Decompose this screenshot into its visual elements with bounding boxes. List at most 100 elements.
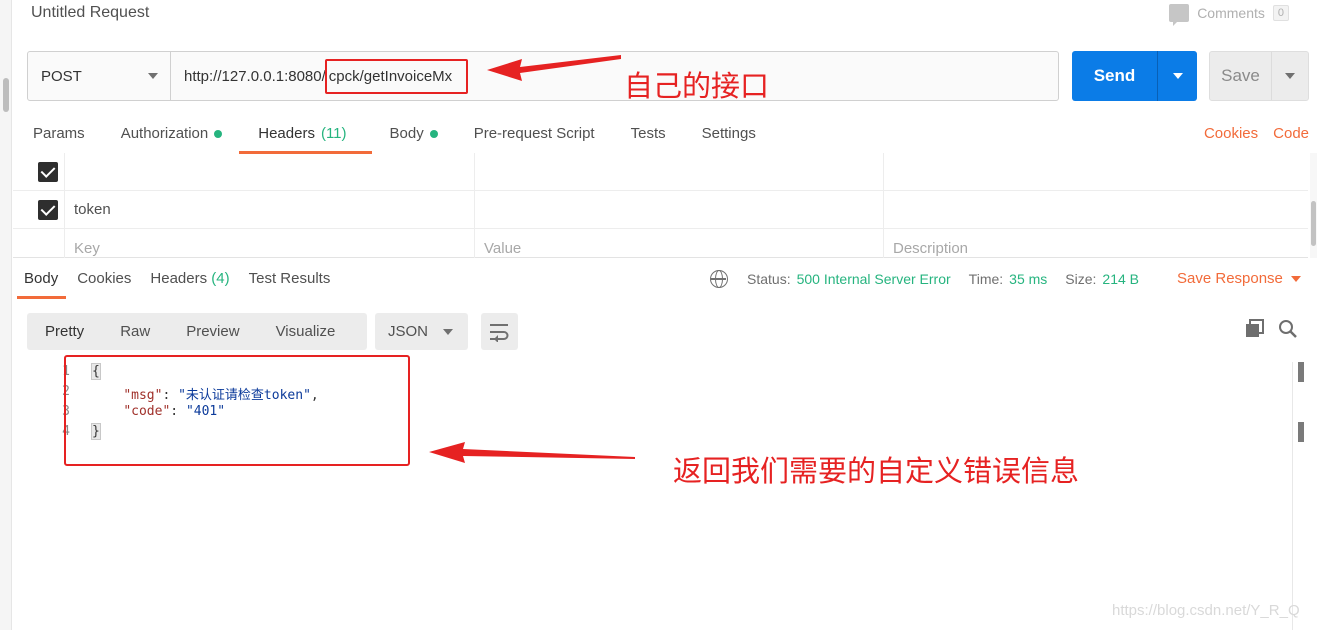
code-link[interactable]: Code: [1273, 125, 1309, 142]
method-label: POST: [41, 67, 82, 85]
search-icon[interactable]: [1278, 319, 1298, 339]
key-placeholder-cell[interactable]: Key: [64, 229, 474, 258]
response-tab-headers[interactable]: Headers (4): [150, 270, 229, 287]
comments-count-badge: 0: [1272, 5, 1289, 21]
tab-tests-label: Tests: [630, 125, 666, 142]
url-path-highlight: cpck/getInvoiceMx: [324, 58, 469, 94]
save-response-label: Save Response: [1177, 270, 1283, 287]
chevron-down-icon: [1290, 275, 1301, 282]
response-tab-headers-count: (4): [211, 270, 230, 287]
headers-scroll-thumb[interactable]: [1311, 201, 1316, 246]
tab-tests[interactable]: Tests: [631, 125, 666, 142]
time-label: Time:: [968, 271, 1004, 287]
tab-prerequest[interactable]: Pre-request Script: [474, 125, 595, 142]
value-placeholder-cell[interactable]: Value: [474, 229, 883, 258]
copy-icon[interactable]: [1245, 319, 1265, 339]
row-checkbox[interactable]: [38, 200, 58, 220]
tab-settings-label: Settings: [701, 125, 756, 142]
response-tab-body[interactable]: Body: [16, 270, 67, 299]
tab-authorization-label: Authorization: [120, 125, 209, 142]
headers-scrollbar[interactable]: [1310, 153, 1317, 258]
tab-body-label: Body: [389, 125, 424, 142]
time-value[interactable]: 35 ms: [1009, 271, 1047, 287]
chevron-down-icon: [1172, 73, 1183, 79]
header-description-cell[interactable]: [883, 153, 1308, 190]
tab-params[interactable]: Params: [33, 125, 85, 142]
request-side-links: Cookies Code: [1204, 125, 1309, 142]
save-dropdown[interactable]: [1272, 52, 1308, 100]
response-view-toggle: Pretty Raw Preview Visualize: [27, 313, 367, 350]
annotation-interface-note: 自己的接口: [624, 69, 770, 103]
request-tabs: Params Authorization Headers (11) Body Pr…: [33, 125, 792, 154]
view-visualize-button[interactable]: Visualize: [258, 323, 354, 340]
save-button[interactable]: Save: [1209, 51, 1309, 101]
view-pretty-button[interactable]: Pretty: [27, 323, 102, 340]
header-value-cell[interactable]: [474, 191, 883, 228]
save-label[interactable]: Save: [1210, 52, 1272, 100]
header-key-cell[interactable]: [64, 153, 474, 190]
tab-headers[interactable]: Headers (11): [239, 125, 372, 154]
globe-icon[interactable]: [710, 270, 728, 288]
chevron-down-icon: [443, 328, 453, 335]
header-key-cell[interactable]: token: [64, 191, 474, 228]
comments-label: Comments: [1197, 5, 1265, 21]
tab-body[interactable]: Body: [390, 125, 438, 142]
url-base: http://127.0.0.1:8080/: [184, 67, 326, 85]
key-placeholder: Key: [74, 240, 100, 257]
send-dropdown[interactable]: [1158, 51, 1197, 101]
chevron-down-icon: [1285, 73, 1295, 79]
response-tabs: Body Cookies Headers (4) Test Results: [16, 270, 349, 299]
comments-button[interactable]: Comments 0: [1169, 4, 1289, 26]
scroll-marker: [1298, 422, 1304, 442]
annotation-box-response: [64, 355, 410, 466]
response-status-bar: Status: 500 Internal Server Error Time: …: [710, 270, 1157, 288]
wrap-lines-button[interactable]: [481, 313, 518, 350]
status-label: Status:: [747, 271, 791, 287]
send-button[interactable]: Send: [1072, 51, 1197, 101]
comment-icon: [1169, 4, 1190, 26]
size-label: Size:: [1065, 271, 1097, 287]
save-response-button[interactable]: Save Response: [1177, 270, 1301, 287]
view-preview-button[interactable]: Preview: [168, 323, 257, 340]
tab-headers-count: (11): [320, 125, 347, 142]
tab-params-label: Params: [33, 125, 85, 142]
row-checkbox[interactable]: [38, 162, 58, 182]
tab-settings[interactable]: Settings: [702, 125, 756, 142]
annotation-arrow-response: [429, 442, 635, 463]
headers-table: token Key Value Description: [13, 153, 1308, 258]
status-dot-icon: [214, 129, 223, 138]
response-tab-headers-label: Headers: [150, 270, 208, 287]
size-value[interactable]: 214 B: [1102, 271, 1139, 287]
header-description-cell[interactable]: [883, 191, 1308, 228]
scroll-marker: [1298, 362, 1304, 382]
table-row: token: [13, 191, 1308, 229]
status-dot-icon: [429, 129, 438, 138]
annotation-error-note: 返回我们需要的自定义错误信息: [673, 454, 1080, 488]
left-scrollbar[interactable]: [0, 0, 12, 630]
editor-scrollbar[interactable]: [1292, 362, 1306, 630]
cookies-link[interactable]: Cookies: [1204, 125, 1258, 142]
wrap-lines-icon: [490, 324, 509, 342]
table-row-new: Key Value Description: [13, 229, 1308, 258]
header-key-text: token: [74, 201, 111, 218]
watermark: https://blog.csdn.net/Y_R_Q: [1112, 602, 1300, 619]
value-placeholder: Value: [484, 240, 522, 257]
format-select[interactable]: JSON: [375, 313, 468, 350]
status-value[interactable]: 500 Internal Server Error: [797, 271, 951, 287]
method-select[interactable]: POST: [28, 52, 171, 100]
request-title[interactable]: Untitled Request: [31, 4, 149, 22]
tab-prerequest-label: Pre-request Script: [473, 125, 595, 142]
tab-authorization[interactable]: Authorization: [121, 125, 223, 142]
left-scroll-thumb[interactable]: [3, 78, 9, 112]
view-raw-button[interactable]: Raw: [102, 323, 168, 340]
response-tab-cookies[interactable]: Cookies: [77, 270, 131, 287]
send-label[interactable]: Send: [1072, 51, 1158, 101]
annotation-arrow-interface: [487, 55, 621, 81]
chevron-down-icon: [148, 73, 158, 79]
header-value-cell[interactable]: [474, 153, 883, 190]
description-placeholder: Description: [893, 240, 969, 257]
format-label: JSON: [388, 323, 429, 340]
response-tab-test-results[interactable]: Test Results: [249, 270, 331, 287]
description-placeholder-cell[interactable]: Description: [883, 229, 1308, 258]
table-row: [13, 153, 1308, 191]
